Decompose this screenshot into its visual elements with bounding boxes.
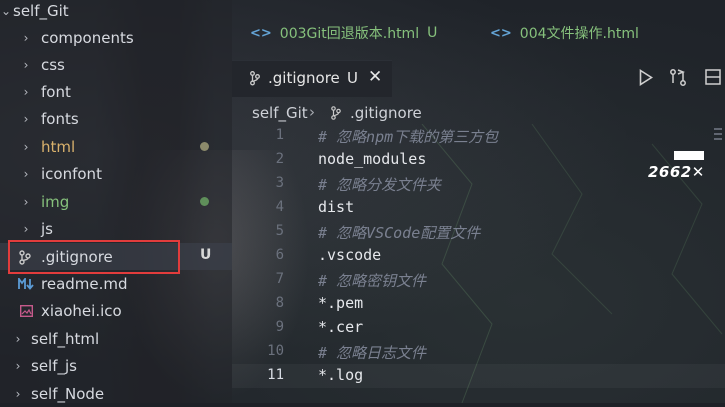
tree-folder-iconfont[interactable]: › iconfont: [0, 160, 232, 187]
tree-folder-self-js[interactable]: › self_js: [0, 352, 232, 379]
overlay-bar: [674, 151, 704, 160]
breadcrumb-root[interactable]: self_Git: [252, 104, 308, 122]
explorer-sidebar: ⌄ self_Git › components › css › font › f…: [0, 0, 232, 403]
tree-folder-html[interactable]: › html: [0, 133, 232, 160]
untracked-badge: U: [200, 247, 212, 263]
tree-file-readme[interactable]: readme.md: [0, 270, 232, 297]
breadcrumb-file[interactable]: .gitignore: [350, 104, 422, 122]
open-editors-strip: <> 003Git回退版本.html U <> 004文件操作.html: [232, 18, 725, 48]
tree-folder-font[interactable]: › font: [0, 78, 232, 105]
tree-folder-components[interactable]: › components: [0, 24, 232, 51]
code-line: 4 dist: [275, 198, 355, 216]
git-file-icon: [250, 71, 260, 86]
git-file-icon: [331, 106, 341, 120]
chevron-right-icon: ›: [23, 194, 29, 209]
html-code-icon: <>: [250, 25, 272, 41]
code-line: 9 *.cer: [275, 318, 364, 336]
overlay-watermark: 2662✕: [648, 151, 708, 186]
code-line: 1 # 忽略npm下载的第三方包: [275, 127, 499, 146]
tree-folder-self-git[interactable]: ⌄ self_Git: [0, 0, 232, 24]
annotation-highlight-box: [8, 240, 180, 274]
tree-folder-fonts[interactable]: › fonts: [0, 105, 232, 132]
code-line: 10 # 忽略日志文件: [267, 343, 427, 362]
split-editor-icon[interactable]: [705, 69, 721, 85]
code-line: 5 # 忽略VSCode配置文件: [275, 223, 481, 242]
chevron-down-icon: ⌄: [0, 3, 12, 18]
code-line-current: 11 *.log: [232, 364, 725, 388]
chevron-right-icon: ›: [15, 331, 21, 346]
chevron-right-icon: ›: [23, 111, 29, 126]
chevron-right-icon: ›: [23, 30, 29, 45]
play-icon[interactable]: [639, 69, 653, 86]
chevron-right-icon: ›: [23, 84, 29, 99]
tab-003-git[interactable]: <> 003Git回退版本.html U: [250, 18, 437, 48]
code-line: 7 # 忽略密钥文件: [275, 271, 427, 290]
tab-gitignore[interactable]: .gitignore U ✕: [232, 60, 392, 97]
chevron-right-icon: ›: [15, 358, 21, 373]
chevron-right-icon: ›: [309, 103, 315, 121]
modified-dot: [200, 142, 209, 151]
markdown-icon: [18, 278, 34, 290]
html-code-icon: <>: [490, 25, 512, 41]
editor-tab-bar: .gitignore U ✕: [232, 60, 725, 97]
chevron-right-icon: ›: [23, 166, 29, 181]
tree-folder-js[interactable]: › js: [0, 215, 232, 242]
chevron-right-icon: ›: [15, 386, 21, 401]
chevron-right-icon: ›: [23, 57, 29, 72]
code-line: 6 .vscode: [275, 246, 382, 264]
breadcrumb: self_Git › .gitignore: [232, 100, 725, 124]
tree-file-xiaohei[interactable]: xiaohei.ico: [0, 297, 232, 324]
tab-004-file[interactable]: <> 004文件操作.html: [490, 18, 639, 48]
chevron-right-icon: ›: [23, 221, 29, 236]
image-icon: [20, 305, 33, 317]
untracked-dot: [200, 197, 209, 206]
compare-icon[interactable]: [669, 68, 687, 87]
minimap[interactable]: [714, 128, 722, 148]
tree-folder-self-html[interactable]: › self_html: [0, 325, 232, 352]
chevron-right-icon: ›: [23, 139, 29, 154]
code-line: 8 *.pem: [275, 294, 364, 312]
close-icon[interactable]: ✕: [368, 67, 382, 87]
tree-folder-img[interactable]: › img: [0, 188, 232, 215]
tree-folder-css[interactable]: › css: [0, 51, 232, 78]
